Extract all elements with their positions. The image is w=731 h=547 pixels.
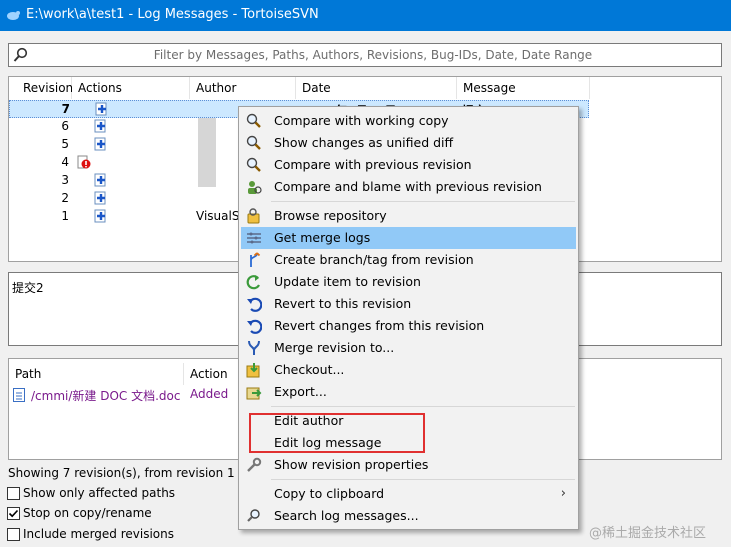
- repo-browser-icon: [247, 208, 260, 224]
- magnifier-diff-icon: [246, 135, 261, 150]
- revision-number: 3: [61, 173, 69, 187]
- status-text: Showing 7 revision(s), from revision 1 t…: [8, 466, 267, 480]
- checkout-icon: [246, 363, 260, 378]
- merge-logs-icon: [247, 232, 261, 244]
- revision-number: 5: [61, 137, 69, 151]
- column-header-revision[interactable]: Revision: [9, 77, 73, 99]
- menu-item-get-merge-logs[interactable]: Get merge logs: [241, 227, 576, 249]
- export-icon: [246, 387, 262, 400]
- modified-icon: [94, 173, 106, 187]
- checkbox[interactable]: [7, 528, 20, 541]
- branch-icon: [250, 252, 261, 267]
- context-menu[interactable]: Compare with working copy Show changes a…: [238, 106, 579, 530]
- menu-item-update-to-revision[interactable]: Update item to revision: [241, 271, 576, 293]
- checkbox[interactable]: [7, 487, 20, 500]
- magnifier-compare-icon: [246, 113, 261, 128]
- filter-placeholder: Filter by Messages, Paths, Authors, Revi…: [153, 48, 593, 62]
- menu-separator: [271, 201, 575, 202]
- revision-number: 7: [61, 102, 70, 116]
- checkbox-label: Include merged revisions: [23, 527, 174, 541]
- title-bar: E:\work\a\test1 - Log Messages - Tortois…: [0, 0, 731, 31]
- menu-separator: [271, 406, 575, 407]
- log-message-text: 提交2: [12, 281, 44, 295]
- document-icon: [13, 388, 25, 402]
- menu-item-browse-repository[interactable]: Browse repository: [241, 205, 576, 227]
- column-header-action[interactable]: Action: [184, 363, 244, 385]
- menu-item-search-log[interactable]: Search log messages...: [241, 505, 576, 527]
- deleted-icon: [77, 155, 91, 169]
- checkbox-label: Show only affected paths: [23, 486, 176, 500]
- menu-item-unified-diff[interactable]: Show changes as unified diff: [241, 132, 576, 154]
- checkmark-icon: [8, 509, 19, 518]
- menu-item-compare-blame[interactable]: Compare and blame with previous revision: [241, 176, 576, 198]
- menu-item-compare-previous[interactable]: Compare with previous revision: [241, 154, 576, 176]
- search-icon[interactable]: [13, 47, 29, 63]
- checkbox-label: Stop on copy/rename: [23, 506, 152, 520]
- modified-icon: [95, 102, 107, 116]
- menu-item-copy-to-clipboard[interactable]: Copy to clipboard ›: [241, 483, 576, 505]
- column-header-author[interactable]: Author: [190, 77, 296, 99]
- revision-number: 2: [61, 191, 69, 205]
- revision-number: 1: [61, 209, 69, 223]
- submenu-arrow-icon: ›: [560, 486, 566, 501]
- column-header-actions[interactable]: Actions: [72, 77, 190, 99]
- tortoise-icon: [7, 11, 20, 20]
- merge-icon: [248, 340, 260, 355]
- revision-number: 4: [61, 155, 69, 169]
- modified-icon: [94, 119, 106, 133]
- modified-icon: [94, 137, 106, 151]
- watermark: @稀土掘金技术社区: [589, 526, 707, 541]
- changed-path[interactable]: /cmmi/新建 DOC 文档.doc: [31, 387, 180, 404]
- menu-item-show-revision-properties[interactable]: Show revision properties: [241, 454, 576, 476]
- menu-item-export[interactable]: Export...: [241, 381, 576, 403]
- filter-input[interactable]: Filter by Messages, Paths, Authors, Revi…: [8, 43, 722, 67]
- menu-item-merge-revision[interactable]: Merge revision to...: [241, 337, 576, 359]
- column-header-date[interactable]: Date: [296, 77, 457, 99]
- column-header-message[interactable]: Message: [457, 77, 590, 99]
- highlight-annotation: [249, 413, 425, 453]
- modified-icon: [94, 209, 106, 223]
- changed-path-action: Added: [190, 387, 229, 401]
- blame-icon: [248, 181, 262, 194]
- menu-item-revert-changes[interactable]: Revert changes from this revision: [241, 315, 576, 337]
- revision-number: 6: [61, 119, 69, 133]
- menu-item-revert-to-revision[interactable]: Revert to this revision: [241, 293, 576, 315]
- search-icon: [247, 509, 260, 522]
- modified-icon: [94, 191, 106, 205]
- menu-item-create-branch-tag[interactable]: Create branch/tag from revision: [241, 249, 576, 271]
- wrench-icon: [247, 457, 262, 472]
- magnifier-compare-icon: [246, 157, 261, 172]
- menu-item-compare-working-copy[interactable]: Compare with working copy: [241, 110, 576, 132]
- column-header-path[interactable]: Path: [9, 363, 184, 385]
- checkbox-checked[interactable]: [7, 507, 20, 520]
- revert-icon: [247, 319, 262, 334]
- menu-separator: [271, 479, 575, 480]
- revert-icon: [247, 297, 262, 312]
- menu-item-checkout[interactable]: Checkout...: [241, 359, 576, 381]
- window-title: E:\work\a\test1 - Log Messages - Tortois…: [26, 7, 319, 22]
- update-icon: [246, 275, 260, 290]
